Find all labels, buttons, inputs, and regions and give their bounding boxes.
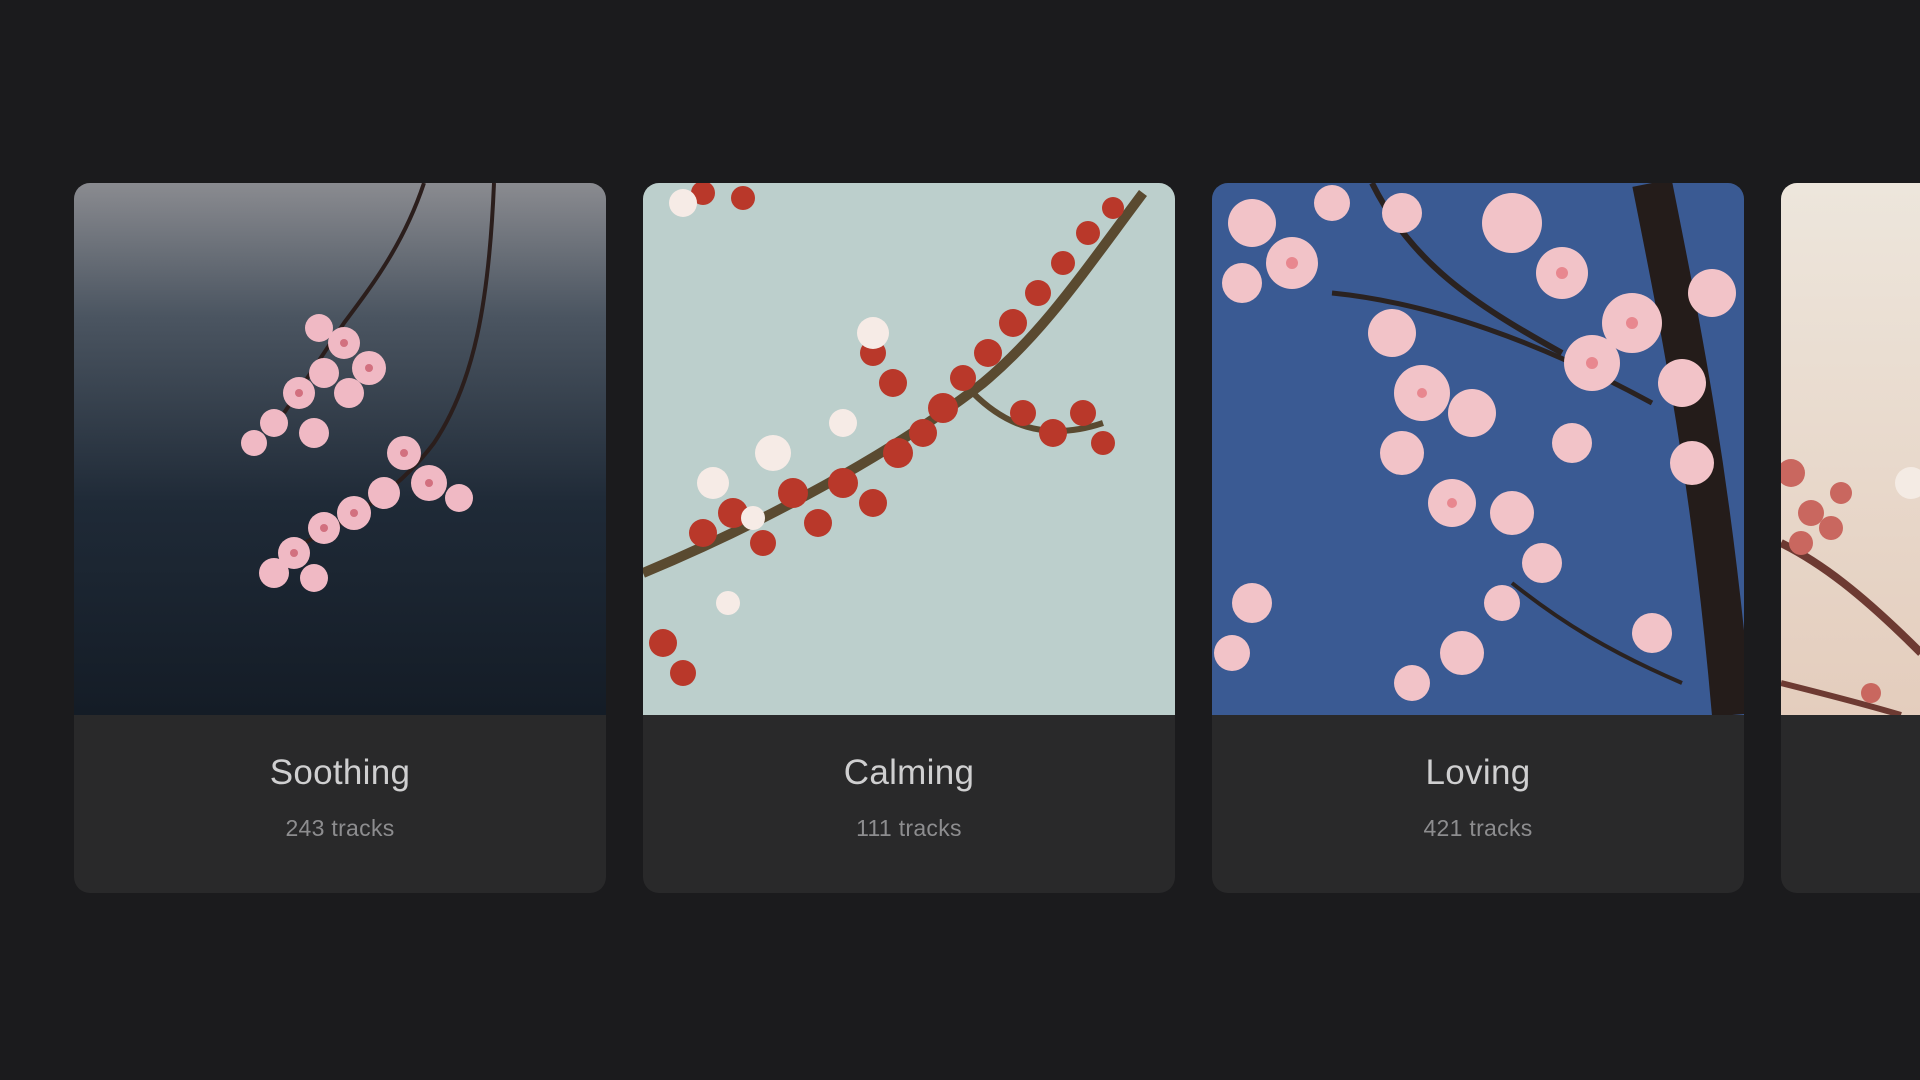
playlist-track-count: 421 tracks — [1423, 815, 1533, 841]
playlist-carousel[interactable]: Soothing 243 tracks Calming 111 tracks L… — [0, 183, 1920, 893]
playlist-title: Soothing — [269, 753, 411, 792]
cherry-blossom-tree-blue-sky-icon — [1212, 183, 1744, 715]
playlist-title: Calming — [843, 753, 975, 792]
playlist-info: Soothing 243 tracks — [74, 715, 606, 893]
playlist-info — [1781, 715, 1920, 893]
playlist-cover-image — [1212, 183, 1744, 715]
playlist-info: Calming 111 tracks — [643, 715, 1175, 893]
playlist-card-loving[interactable]: Loving 421 tracks — [1212, 183, 1744, 893]
playlist-track-count: 243 tracks — [285, 815, 395, 841]
cherry-blossom-buds-pale-sky-icon — [643, 183, 1175, 715]
cherry-blossom-branch-dark-sky-icon — [74, 183, 606, 715]
playlist-cover-image — [1781, 183, 1920, 715]
playlist-card-calming[interactable]: Calming 111 tracks — [643, 183, 1175, 893]
playlist-cover-image — [643, 183, 1175, 715]
playlist-info: Loving 421 tracks — [1212, 715, 1744, 893]
playlist-title: Loving — [1425, 753, 1531, 792]
playlist-track: Soothing 243 tracks Calming 111 tracks L… — [74, 183, 1920, 893]
playlist-card-partial[interactable] — [1781, 183, 1920, 893]
playlist-cover-image — [74, 183, 606, 715]
playlist-card-soothing[interactable]: Soothing 243 tracks — [74, 183, 606, 893]
playlist-track-count: 111 tracks — [856, 815, 962, 841]
cherry-blossom-warm-light-icon — [1781, 183, 1920, 715]
